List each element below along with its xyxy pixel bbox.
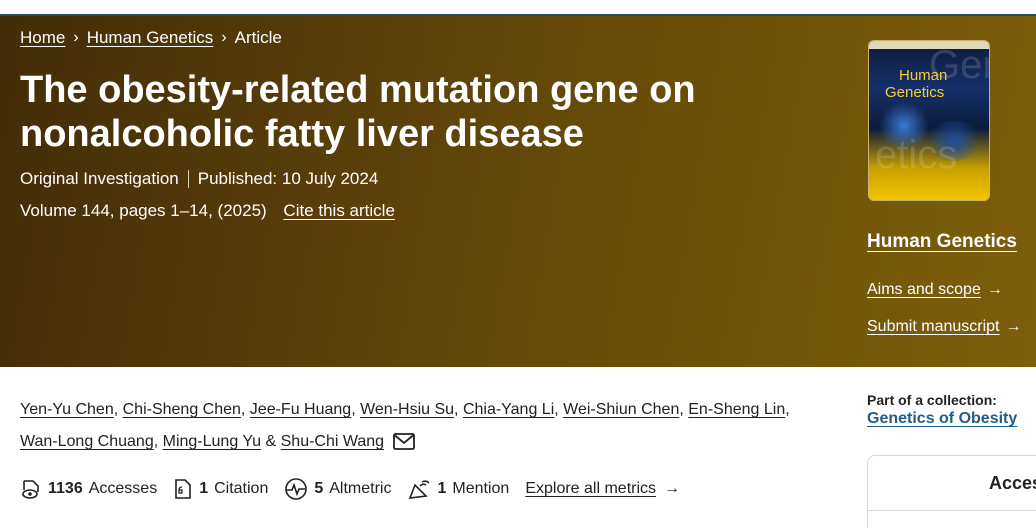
mail-icon[interactable] (392, 433, 415, 451)
citation-label: Citation (214, 480, 269, 497)
access-box: Acces (867, 455, 1036, 528)
meta-divider (187, 170, 189, 188)
citation-count: 1 (199, 480, 209, 497)
article-meta: Original Investigation Published: 10 Jul… (20, 169, 378, 189)
mention-count: 1 (437, 480, 447, 497)
journal-name-link[interactable]: Human Genetics (867, 231, 1017, 253)
mention-label: Mention (452, 480, 510, 497)
article-volume-row: Volume 144, pages 1–14, (2025) Cite this… (20, 201, 395, 221)
altmetric-metric: 5 Altmetric (284, 477, 391, 501)
author-link[interactable]: Chi-Sheng Chen (123, 401, 241, 418)
author-link[interactable]: Ming-Lung Yu (163, 433, 261, 450)
submit-manuscript-link[interactable]: Submit manuscript → (867, 318, 1022, 336)
chevron-right-icon: › (73, 29, 79, 46)
access-label: Acces (989, 473, 1036, 493)
author-link[interactable]: En-Sheng Lin (688, 401, 785, 418)
author-link[interactable]: Wan-Long Chuang (20, 433, 154, 450)
breadcrumb-home-link[interactable]: Home (20, 28, 65, 48)
breadcrumb-current: Article (234, 28, 282, 47)
mention-metric: 1 Mention (407, 478, 509, 500)
arrow-right-icon: → (986, 281, 1003, 298)
metrics-bar: 1136 Accesses 1 Citation 5 Altmetric 1 M… (20, 477, 680, 501)
author-link[interactable]: Wei-Shiun Chen (563, 401, 679, 418)
author-link[interactable]: Yen-Yu Chen (20, 401, 114, 418)
author-link[interactable]: Chia-Yang Li (463, 401, 554, 418)
author-list: Yen-Yu Chen, Chi-Sheng Chen, Jee-Fu Huan… (20, 401, 790, 451)
author-link[interactable]: Jee-Fu Huang (250, 401, 351, 418)
page-title: The obesity-related mutation gene on non… (20, 69, 696, 155)
explore-metrics-link[interactable]: Explore all metrics (525, 480, 656, 498)
breadcrumb-journal-link[interactable]: Human Genetics (87, 28, 214, 48)
author-link[interactable]: Wen-Hsiu Su (360, 401, 454, 418)
cite-article-link[interactable]: Cite this article (283, 201, 394, 220)
accesses-label: Accesses (88, 480, 158, 497)
altmetric-label: Altmetric (329, 480, 392, 497)
mention-icon (409, 480, 431, 499)
citation-icon (175, 479, 191, 499)
accesses-metric: 1136 Accesses (20, 478, 157, 500)
arrow-right-icon: → (1005, 318, 1022, 335)
altmetric-icon (285, 478, 308, 500)
collection-link[interactable]: Genetics of Obesity (867, 410, 1017, 428)
accesses-icon (22, 480, 39, 499)
cover-title: Human Genetics (885, 67, 948, 101)
altmetric-count: 5 (314, 480, 324, 497)
article-type: Original Investigation (20, 169, 179, 188)
breadcrumb: Home › Human Genetics › Article (20, 28, 282, 48)
access-divider (868, 510, 1036, 511)
chevron-right-icon: › (221, 29, 227, 46)
citation-metric: 1 Citation (173, 478, 268, 500)
arrow-right-icon: → (664, 480, 681, 497)
author-link[interactable]: Shu-Chi Wang (281, 433, 384, 450)
collection-label: Part of a collection: (867, 392, 997, 408)
cover-graphic: etics (875, 133, 958, 177)
top-bar (0, 0, 1036, 16)
accesses-count: 1136 (48, 480, 83, 497)
journal-cover[interactable]: Gen etics Human Genetics (868, 40, 990, 201)
volume-info: Volume 144, pages 1–14, (2025) (20, 201, 267, 220)
aims-scope-link[interactable]: Aims and scope → (867, 281, 1003, 299)
published-date: Published: 10 July 2024 (197, 169, 379, 188)
